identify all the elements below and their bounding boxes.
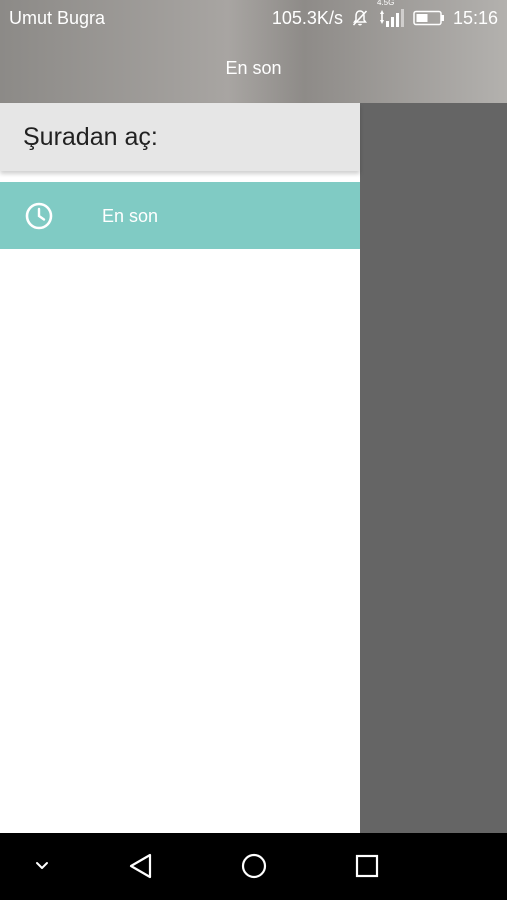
carrier-name: Umut Bugra bbox=[9, 8, 106, 28]
battery-icon bbox=[413, 10, 445, 26]
drawer-item-label: En son bbox=[102, 206, 159, 226]
drawer-header: Şuradan aç: bbox=[0, 103, 360, 171]
drawer-item-recent[interactable]: En son bbox=[0, 182, 360, 249]
navigation-drawer: Şuradan aç: En son bbox=[0, 103, 360, 833]
drawer-header-title: Şuradan aç: bbox=[23, 123, 158, 151]
mute-icon bbox=[351, 9, 369, 27]
status-bar: Umut Bugra 105.3K/s 4.5G 15:16 bbox=[0, 0, 507, 36]
signal-icon: 4.5G bbox=[377, 0, 405, 30]
clock-time: 15:16 bbox=[452, 8, 498, 28]
clock-icon bbox=[24, 201, 54, 231]
drawer-scrim[interactable] bbox=[360, 103, 507, 833]
toolbar-title: En son bbox=[225, 58, 282, 78]
status-right-group: 105.3K/s 4.5G 15:16 bbox=[271, 0, 498, 30]
recents-icon[interactable] bbox=[349, 848, 385, 884]
back-icon[interactable] bbox=[123, 848, 159, 884]
home-icon[interactable] bbox=[236, 848, 272, 884]
collapse-icon[interactable] bbox=[24, 848, 60, 884]
network-speed: 105.3K/s bbox=[271, 8, 343, 28]
top-app-bar: Umut Bugra 105.3K/s 4.5G 15:16 En son bbox=[0, 0, 507, 103]
system-nav-bar bbox=[0, 833, 507, 900]
